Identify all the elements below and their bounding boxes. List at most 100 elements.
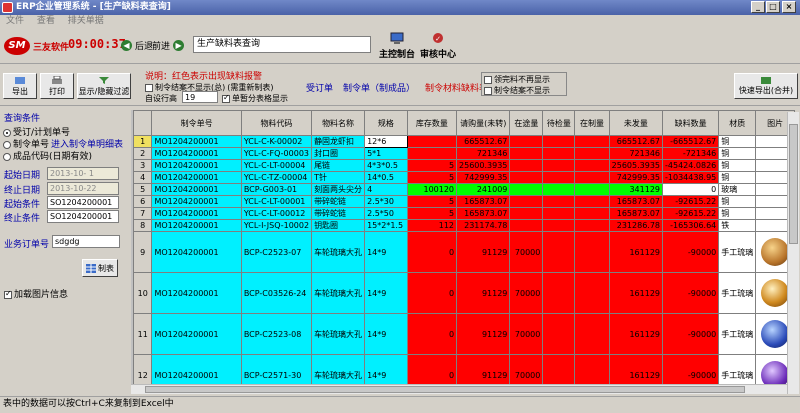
cell-wip[interactable] bbox=[574, 313, 610, 355]
cell-transit[interactable]: 70000 bbox=[509, 313, 544, 355]
cell-work-order[interactable]: MO1204200001 bbox=[151, 135, 242, 148]
cell-shortage[interactable]: -665512.67 bbox=[662, 135, 720, 148]
end-date-field[interactable]: 2013-10-22 bbox=[47, 182, 119, 195]
chk-order-end[interactable]: 制令结案不显示 bbox=[484, 85, 564, 96]
table-row[interactable]: 4 MO1204200001 YCL-C-TZ-00004 T针 14*0.5 5 7429… bbox=[133, 171, 795, 184]
cell-row-no[interactable]: 10 bbox=[133, 272, 153, 314]
radio-product-code[interactable]: 成品代码(日期有效) bbox=[3, 149, 92, 162]
cell-transit[interactable] bbox=[509, 147, 544, 160]
cell-work-order[interactable]: MO1204200001 bbox=[151, 207, 242, 220]
cell-item-name[interactable]: 尾链 bbox=[311, 159, 366, 172]
cell-item-name[interactable]: 钥匙圈 bbox=[311, 219, 366, 232]
cell-item-name[interactable]: 车轮琉璃大孔 bbox=[311, 231, 366, 273]
tab-work-order[interactable]: 制令单（制成品） bbox=[343, 81, 415, 94]
table-row[interactable]: 8 MO1204200001 YCL-I-JSQ-10002 钥匙圈 15*2*1.5 1… bbox=[133, 219, 795, 232]
cell-pending[interactable] bbox=[542, 183, 576, 196]
row-height-select[interactable]: 19 bbox=[182, 91, 218, 103]
cell-shortage[interactable]: 0 bbox=[662, 183, 720, 196]
cell-item-name[interactable]: 静固龙虾扣 bbox=[311, 135, 366, 148]
cell-stock[interactable]: 112 bbox=[406, 219, 458, 232]
cell-unissued[interactable]: 742999.35 bbox=[608, 171, 664, 184]
cell-shortage[interactable]: -90000 bbox=[662, 313, 720, 355]
cell-unissued[interactable]: 161129 bbox=[608, 272, 664, 314]
cell-material[interactable]: 铁 bbox=[718, 219, 757, 232]
cell-stock[interactable]: 100120 bbox=[406, 183, 458, 196]
cell-item-code[interactable]: YCL-C-FQ-00003 bbox=[240, 147, 313, 160]
table-row[interactable]: 7 MO1204200001 YCL-C-LT-00012 带碎蛇链 2.5*50 5 16… bbox=[133, 207, 795, 220]
cell-spec[interactable]: 12*6 bbox=[364, 135, 408, 148]
cell-wip[interactable] bbox=[574, 195, 610, 208]
cell-item-name[interactable]: T针 bbox=[311, 171, 366, 184]
table-row[interactable]: 9 MO1204200001 BCP-C2523-07 车轮琉璃大孔 14*9 0 9112… bbox=[133, 231, 795, 273]
data-grid[interactable]: 制令单号 物料代码 物料名称 规格 库存数量 请购量(未转) 在途量 待检量 在… bbox=[131, 110, 795, 394]
cell-material[interactable]: 铜 bbox=[718, 147, 757, 160]
cell-work-order[interactable]: MO1204200001 bbox=[151, 159, 242, 172]
forward-button[interactable]: 前进 ▶ bbox=[152, 39, 185, 52]
module-selector[interactable]: 生产缺料表查询 bbox=[193, 36, 371, 53]
tab-shortage[interactable]: 制令材料缺料表 bbox=[425, 81, 488, 94]
cell-request[interactable]: 91129 bbox=[456, 231, 511, 273]
cell-material[interactable]: 玻璃 bbox=[718, 183, 757, 196]
cell-row-no[interactable]: 11 bbox=[133, 313, 153, 355]
cell-spec[interactable]: 4*3*0.5 bbox=[364, 159, 408, 172]
table-row[interactable]: 5 MO1204200001 BCP-G003-01 刻面两头尖分 4 100120 241… bbox=[133, 183, 795, 196]
cell-material[interactable]: 铜 bbox=[718, 135, 757, 148]
col-header-stock[interactable]: 库存数量 bbox=[406, 110, 458, 136]
cell-row-no[interactable]: 7 bbox=[133, 207, 153, 220]
col-header-pending[interactable]: 待检量 bbox=[542, 110, 576, 136]
vertical-scroll-thumb[interactable] bbox=[789, 124, 798, 244]
cell-item-name[interactable]: 车轮琉璃大孔 bbox=[311, 313, 366, 355]
cell-row-no[interactable]: 3 bbox=[133, 159, 153, 172]
cell-item-code[interactable]: YCL-C-LT-00012 bbox=[240, 207, 313, 220]
cell-request[interactable]: 91129 bbox=[456, 272, 511, 314]
start-date-field[interactable]: 2013-10- 1 bbox=[47, 167, 119, 180]
menu-file[interactable]: 文件 bbox=[6, 16, 24, 26]
cell-material[interactable]: 手工琉璃 bbox=[718, 231, 757, 273]
cell-item-code[interactable]: BCP-C03526-24 bbox=[240, 272, 313, 314]
table-row[interactable]: 2 MO1204200001 YCL-C-FQ-00003 封口圈 5*1 721346 7… bbox=[133, 147, 795, 160]
chk-done-box[interactable] bbox=[484, 75, 492, 84]
cell-stock[interactable]: 5 bbox=[406, 195, 458, 208]
cell-pending[interactable] bbox=[542, 171, 576, 184]
col-header-shortage[interactable]: 缺料数量 bbox=[662, 110, 720, 136]
cell-item-code[interactable]: YCL-I-JSQ-10002 bbox=[240, 219, 313, 232]
chk-done[interactable]: 领完料不再显示 bbox=[484, 74, 564, 85]
cell-wip[interactable] bbox=[574, 207, 610, 220]
cell-unissued[interactable]: 165873.07 bbox=[608, 207, 664, 220]
vertical-scrollbar[interactable] bbox=[787, 112, 799, 394]
cell-row-no[interactable]: 8 bbox=[133, 219, 153, 232]
chk-end-hide-box[interactable] bbox=[145, 83, 153, 92]
quick-export-button[interactable]: 快速导出(合并) bbox=[734, 73, 798, 99]
tab-sales-order[interactable]: 受订单 bbox=[306, 81, 333, 94]
cell-row-no[interactable]: 5 bbox=[133, 183, 153, 196]
cell-spec[interactable]: 2.5*50 bbox=[364, 207, 408, 220]
cell-unissued[interactable]: 161129 bbox=[608, 313, 664, 355]
cell-work-order[interactable]: MO1204200001 bbox=[151, 272, 242, 314]
cell-unissued[interactable]: 721346 bbox=[608, 147, 664, 160]
cell-material[interactable]: 铜 bbox=[718, 195, 757, 208]
cell-shortage[interactable]: -165306.64 bbox=[662, 219, 720, 232]
cell-work-order[interactable]: MO1204200001 bbox=[151, 231, 242, 273]
print-button[interactable]: 打印 bbox=[40, 73, 74, 99]
cell-wip[interactable] bbox=[574, 171, 610, 184]
cell-material[interactable]: 手工琉璃 bbox=[718, 272, 757, 314]
cell-transit[interactable] bbox=[509, 195, 544, 208]
cell-item-code[interactable]: YCL-C-K-00002 bbox=[240, 135, 313, 148]
order-no-field[interactable]: sdgdg bbox=[52, 235, 120, 248]
export-button[interactable]: 导出 bbox=[3, 73, 37, 99]
cell-material[interactable]: 铜 bbox=[718, 207, 757, 220]
cell-wip[interactable] bbox=[574, 272, 610, 314]
make-table-button[interactable]: 制表 bbox=[82, 259, 118, 277]
cell-unissued[interactable]: 165873.07 bbox=[608, 195, 664, 208]
cell-item-name[interactable]: 带碎蛇链 bbox=[311, 195, 366, 208]
radio-product-code-dot[interactable] bbox=[3, 152, 11, 161]
cell-transit[interactable]: 70000 bbox=[509, 272, 544, 314]
toggle-filter-button[interactable]: 显示/隐藏过滤 bbox=[77, 73, 131, 99]
cell-transit[interactable] bbox=[509, 183, 544, 196]
cell-wip[interactable] bbox=[574, 219, 610, 232]
cell-item-code[interactable]: BCP-C2523-07 bbox=[240, 231, 313, 273]
cell-work-order[interactable]: MO1204200001 bbox=[151, 183, 242, 196]
cell-unissued[interactable]: 665512.67 bbox=[608, 135, 664, 148]
cell-pending[interactable] bbox=[542, 207, 576, 220]
chk-single-box[interactable] bbox=[222, 93, 230, 103]
